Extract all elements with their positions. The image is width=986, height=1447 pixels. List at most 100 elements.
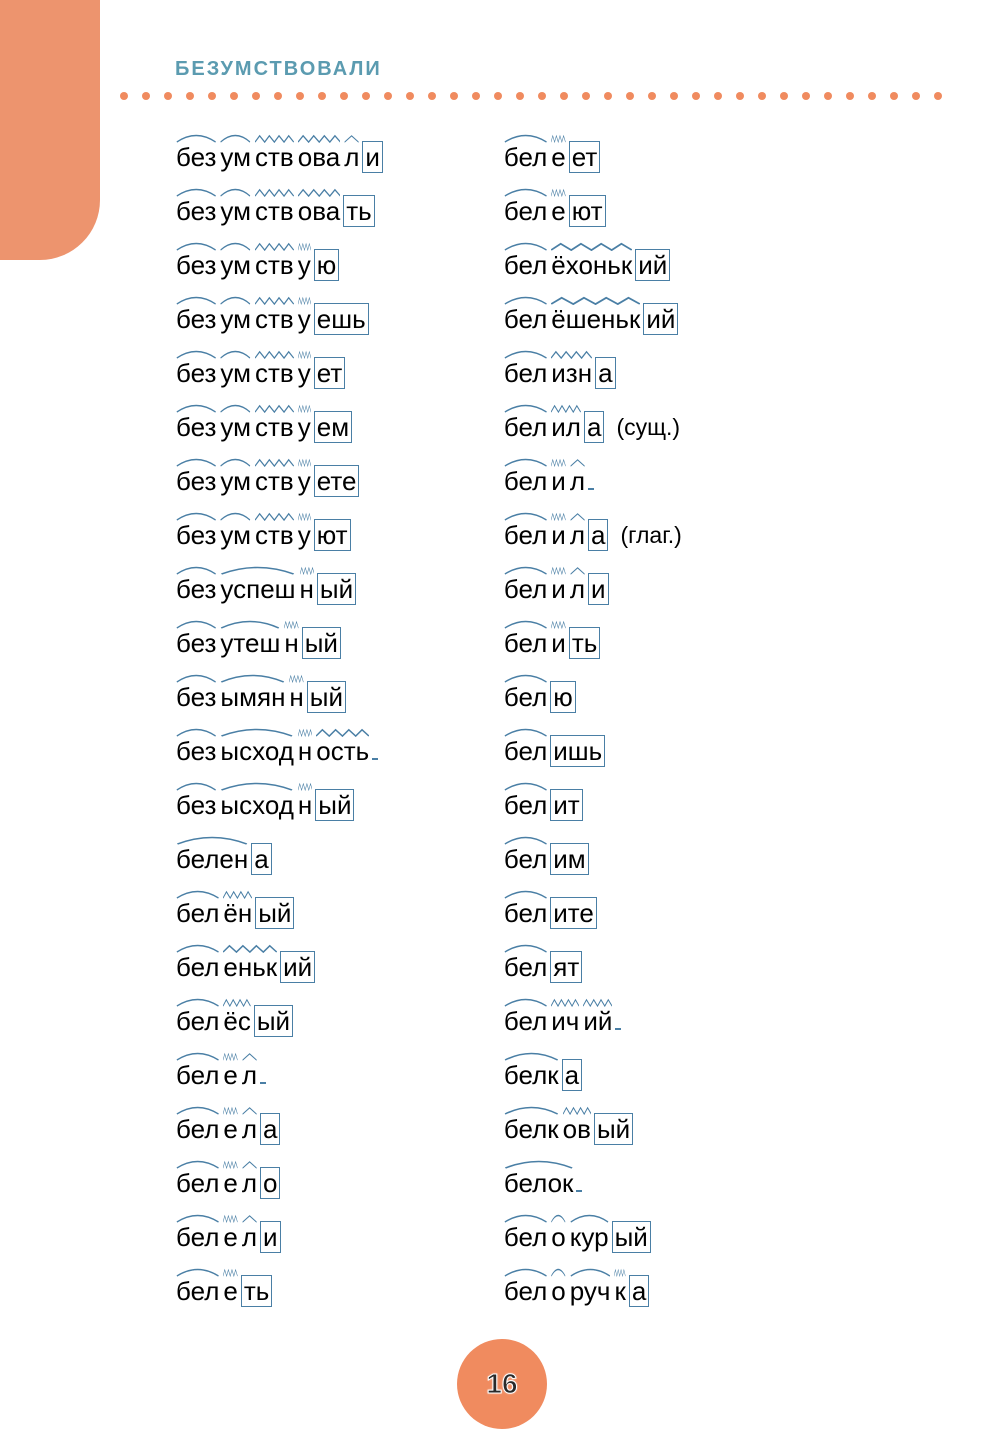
morpheme: ум — [219, 518, 252, 552]
word-entry: белка — [503, 1058, 682, 1092]
morpheme-text: ый — [307, 681, 346, 713]
morpheme: ымян — [219, 680, 286, 714]
morpheme-text: ют — [569, 195, 606, 227]
morpheme-text: л — [569, 518, 586, 552]
morpheme-text: е — [222, 1166, 238, 1200]
morpheme: ть — [569, 626, 600, 660]
word-entry: белить — [503, 626, 682, 660]
morpheme: бел — [175, 1166, 220, 1200]
morpheme-text: бел — [175, 1166, 220, 1200]
morpheme — [260, 1058, 266, 1092]
morpheme: бел — [175, 1112, 220, 1146]
morpheme: н — [288, 680, 304, 714]
morpheme: к — [613, 1274, 626, 1308]
morpheme: ёс — [222, 1004, 251, 1038]
word-entry: белили — [503, 572, 682, 606]
morpheme: без — [175, 410, 217, 444]
morpheme: л — [569, 518, 586, 552]
morpheme-text: н — [299, 572, 315, 606]
morpheme-text: ют — [314, 519, 351, 551]
word-entry: белите — [503, 896, 682, 930]
word-entry: безумствовали — [175, 140, 383, 174]
morpheme: успеш — [219, 572, 296, 606]
morpheme: и — [588, 572, 609, 606]
morpheme: белк — [503, 1058, 560, 1092]
morpheme: ий — [582, 1004, 613, 1038]
morpheme-text: белок — [503, 1166, 575, 1200]
morpheme: без — [175, 302, 217, 336]
morpheme-text: ий — [635, 249, 670, 281]
morpheme: н — [297, 788, 313, 822]
morpheme-text: л — [569, 464, 586, 498]
morpheme: кур — [569, 1220, 610, 1254]
word-entry: безумствуешь — [175, 302, 383, 336]
morpheme-text: бел — [503, 788, 548, 822]
word-entry: белеть — [175, 1274, 383, 1308]
word-entry: безысходный — [175, 788, 383, 822]
morpheme: бел — [503, 194, 548, 228]
morpheme: ил — [550, 410, 582, 444]
morpheme: бел — [503, 788, 548, 822]
morpheme: ум — [219, 140, 252, 174]
morpheme-text: без — [175, 356, 217, 390]
morpheme: ова — [297, 140, 341, 174]
morpheme: ум — [219, 302, 252, 336]
morpheme: ств — [254, 248, 295, 282]
morpheme-text: у — [297, 356, 312, 390]
morpheme: бел — [503, 896, 548, 930]
word-entry: белят — [503, 950, 682, 984]
morpheme: н — [297, 734, 313, 768]
morpheme: л — [569, 464, 586, 498]
morpheme-text: бел — [503, 572, 548, 606]
morpheme: е — [550, 194, 566, 228]
morpheme: ый — [255, 896, 294, 930]
word-entry: белим — [503, 842, 682, 876]
morpheme-text: ть — [343, 195, 374, 227]
morpheme: н — [283, 626, 299, 660]
morpheme-text: л — [569, 572, 586, 606]
morpheme: ый — [317, 572, 356, 606]
morpheme: изн — [550, 356, 593, 390]
morpheme: а — [588, 518, 608, 552]
morpheme-text: утеш — [219, 626, 281, 660]
morpheme-text: н — [288, 680, 304, 714]
morpheme-text: еньк — [222, 950, 278, 984]
morpheme: без — [175, 194, 217, 228]
morpheme-text: бел — [503, 734, 548, 768]
morpheme-text — [615, 1028, 621, 1030]
word-columns: безумствовалибезумствоватьбезумствуюбезу… — [175, 140, 682, 1308]
morpheme: ум — [219, 464, 252, 498]
morpheme: бел — [503, 734, 548, 768]
word-column: безумствовалибезумствоватьбезумствуюбезу… — [175, 140, 383, 1308]
morpheme: а — [629, 1274, 649, 1308]
morpheme-text: без — [175, 140, 217, 174]
morpheme-text: без — [175, 518, 217, 552]
morpheme: а — [251, 842, 271, 876]
morpheme-text: л — [241, 1166, 258, 1200]
morpheme: о — [260, 1166, 280, 1200]
morpheme-text: бел — [503, 842, 548, 876]
morpheme-text: ств — [254, 140, 295, 174]
morpheme-text: о — [550, 1274, 566, 1308]
morpheme: бел — [503, 680, 548, 714]
morpheme: ум — [219, 356, 252, 390]
morpheme-text: у — [297, 518, 312, 552]
morpheme-text: бел — [503, 626, 548, 660]
morpheme: ств — [254, 194, 295, 228]
morpheme: бел — [175, 950, 220, 984]
morpheme-text: л — [241, 1112, 258, 1146]
morpheme-text: ён — [222, 896, 253, 930]
word-entry: белело — [175, 1166, 383, 1200]
morpheme: у — [297, 248, 312, 282]
word-entry: белокурый — [503, 1220, 682, 1254]
word-column: белеетбелеютбелёхонькийбелёшенькийбелизн… — [503, 140, 682, 1308]
morpheme-text: л — [343, 140, 360, 174]
morpheme: ишь — [550, 734, 605, 768]
morpheme: ют — [314, 518, 351, 552]
morpheme: ем — [314, 410, 352, 444]
morpheme: л — [569, 572, 586, 606]
morpheme-text: бел — [175, 1274, 220, 1308]
morpheme: ю — [550, 680, 576, 714]
morpheme: ий — [643, 302, 678, 336]
morpheme: еньк — [222, 950, 278, 984]
